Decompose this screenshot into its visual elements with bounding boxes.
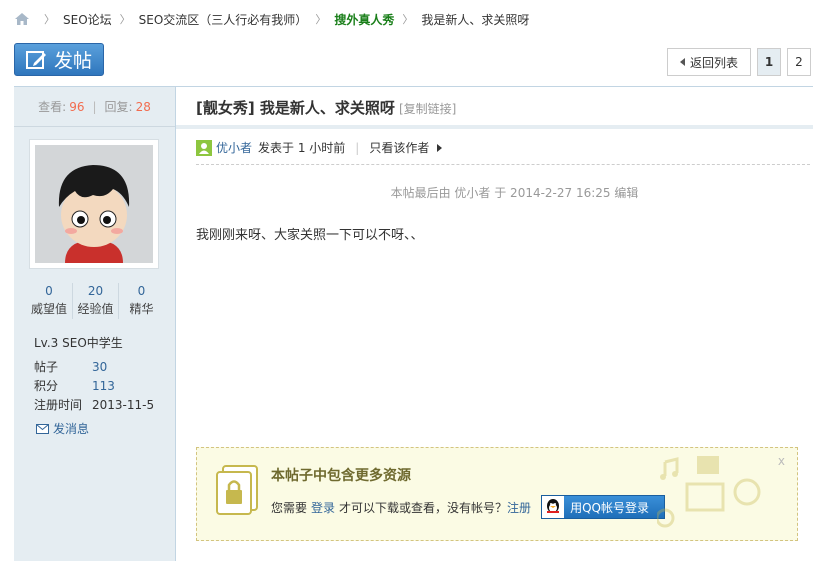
info-value-posts[interactable]: 30	[92, 360, 107, 374]
edit-icon	[25, 50, 46, 69]
stats-divider: |	[92, 99, 97, 114]
user-online-icon	[196, 139, 212, 156]
new-post-button[interactable]: 发帖	[14, 43, 104, 76]
breadcrumb: 〉 SEO论坛 〉 SEO交流区（三人行必有我师） 〉 搜外真人秀 〉 我是新人…	[0, 0, 813, 38]
thread-stats: 查看: 96 | 回复: 28	[14, 87, 175, 127]
author-name[interactable]: 优小者	[216, 139, 252, 156]
thread-frame: 查看: 96 | 回复: 28 0 威望值 20 经验值 0 精华 Lv.3 S…	[14, 86, 813, 561]
replies-label: 回复:	[104, 100, 133, 114]
chevron-right-icon: 〉	[315, 13, 327, 26]
post-body: [靓女秀] 我是新人、求关照呀 [复制链接] 优小者 发表于 1 小时前 | 只…	[176, 87, 813, 561]
chevron-right-icon: 〉	[402, 13, 414, 26]
login-prompt: 您需要 登录 才可以下载或查看，没有帐号？ 注册 用QQ帐号登录	[271, 495, 666, 519]
chevron-right-icon: 〉	[44, 13, 55, 26]
page-1-button[interactable]: 1	[757, 48, 781, 76]
prestige-label: 威望值	[30, 302, 67, 316]
author-row: 优小者 发表于 1 小时前 | 只看该作者	[196, 139, 443, 156]
lock-icon	[216, 465, 258, 515]
info-row-posts: 帖子 30	[34, 357, 154, 376]
prestige-stat[interactable]: 0 威望值	[26, 283, 72, 319]
only-author-link[interactable]: 只看该作者	[369, 139, 429, 156]
media-decoration-icon	[657, 456, 761, 528]
digest-value: 0	[137, 284, 146, 298]
info-row-register: 注册时间 2013-11-5	[34, 395, 154, 414]
send-message-link[interactable]: 发消息	[36, 420, 89, 437]
info-key: 积分	[34, 379, 59, 393]
chevron-right-icon: 〉	[119, 13, 131, 26]
views-count: 96	[69, 99, 85, 114]
experience-label: 经验值	[77, 302, 114, 316]
close-icon[interactable]: x	[778, 454, 785, 468]
send-message-label: 发消息	[53, 422, 90, 436]
home-icon[interactable]	[14, 12, 30, 26]
title-divider	[176, 125, 813, 129]
breadcrumb-seo-exchange[interactable]: SEO交流区（三人行必有我师）	[139, 11, 308, 28]
qq-login-button[interactable]: 用QQ帐号登录	[541, 495, 666, 519]
page-2-button[interactable]: 2	[787, 48, 811, 76]
info-key: 注册时间	[34, 398, 83, 412]
qq-login-label: 用QQ帐号登录	[570, 500, 649, 515]
new-post-label: 发帖	[53, 50, 92, 72]
views-label: 查看:	[38, 100, 67, 114]
info-value-register: 2013-11-5	[92, 397, 155, 412]
thread-title: [靓女秀] 我是新人、求关照呀	[196, 99, 395, 117]
prompt-prefix: 您需要	[271, 500, 308, 515]
login-link[interactable]: 登录	[311, 499, 335, 516]
edit-note: 本帖最后由 优小者 于 2014-2-27 16:25 编辑	[390, 186, 639, 200]
replies-count: 28	[135, 99, 151, 114]
digest-stat[interactable]: 0 精华	[118, 283, 164, 319]
envelope-icon	[36, 423, 49, 434]
back-to-list-label: 返回列表	[689, 55, 738, 70]
title-row: [靓女秀] 我是新人、求关照呀 [复制链接]	[196, 97, 456, 118]
back-to-list-button[interactable]: 返回列表	[667, 48, 751, 76]
info-key: 帖子	[34, 360, 59, 374]
experience-value: 20	[87, 284, 104, 298]
register-link[interactable]: 注册	[507, 499, 531, 516]
caret-left-icon	[679, 58, 685, 66]
breadcrumb-real-show[interactable]: 搜外真人秀	[334, 11, 394, 28]
prestige-value: 0	[45, 284, 53, 298]
profile-stats: 0 威望值 20 经验值 0 精华	[14, 283, 176, 319]
avatar-frame[interactable]	[29, 139, 159, 269]
hidden-resource-box: 本帖子中包含更多资源 您需要 登录 才可以下载或查看，没有帐号？ 注册 用QQ帐…	[196, 447, 798, 541]
user-level: Lv.3 SEO中学生	[34, 336, 123, 350]
prompt-middle: 才可以下载或查看，没有帐号？	[339, 500, 508, 515]
qq-penguin-icon	[542, 496, 565, 518]
info-value-points[interactable]: 113	[92, 379, 115, 393]
resource-heading: 本帖子中包含更多资源	[271, 468, 411, 484]
post-content: 我刚刚来呀、大家关照一下可以不呀、、	[196, 228, 424, 243]
posted-time: 发表于 1 小时前	[258, 141, 346, 155]
avatar	[35, 145, 153, 263]
divider: |	[355, 140, 360, 155]
breadcrumb-seo-forum[interactable]: SEO论坛	[63, 11, 112, 28]
copy-link-button[interactable]: [复制链接]	[399, 100, 456, 117]
pagination: 返回列表 1 2	[667, 48, 811, 76]
digest-label: 精华	[129, 302, 154, 316]
caret-right-icon	[437, 143, 443, 152]
author-sidebar: 查看: 96 | 回复: 28 0 威望值 20 经验值 0 精华 Lv.3 S…	[14, 87, 176, 561]
dashed-divider	[196, 164, 810, 165]
experience-stat[interactable]: 20 经验值	[72, 283, 118, 319]
user-info: 帖子 30 积分 113 注册时间 2013-11-5	[34, 357, 154, 414]
breadcrumb-current: 我是新人、求关照呀	[421, 12, 530, 27]
info-row-points: 积分 113	[34, 376, 154, 395]
